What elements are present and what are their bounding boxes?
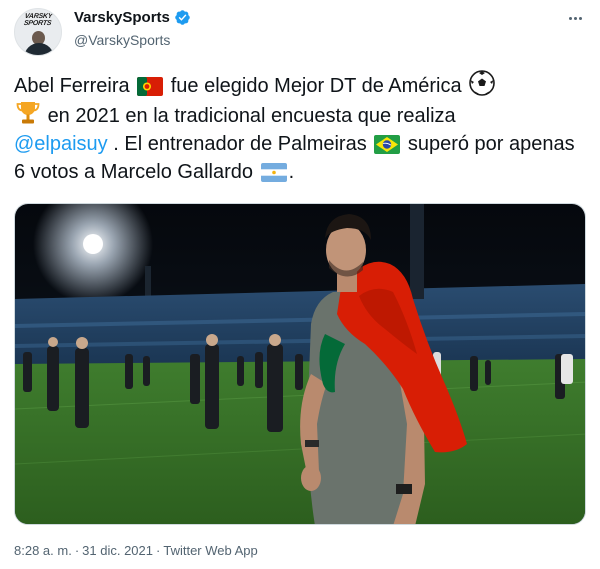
flag-argentina-icon bbox=[260, 163, 287, 182]
mention-link[interactable]: @elpaisuy bbox=[14, 133, 108, 155]
tweet-card[interactable]: VARSKY SPORTS VarskySports @VarskySports… bbox=[0, 0, 600, 569]
flag-brazil-icon bbox=[374, 135, 401, 154]
flag-portugal-icon bbox=[137, 77, 164, 96]
photo-stadium-scene bbox=[15, 204, 585, 524]
tweet-source[interactable]: Twitter Web App bbox=[163, 543, 257, 558]
trophy-icon bbox=[16, 102, 40, 124]
author-handle[interactable]: @VarskySports bbox=[74, 32, 170, 48]
tweet-time[interactable]: 8:28 a. m. bbox=[14, 543, 72, 558]
tweet-text-part: Abel Ferreira bbox=[14, 75, 130, 97]
avatar[interactable]: VARSKY SPORTS bbox=[14, 8, 62, 56]
tweet-meta: 8:28 a. m. · 31 dic. 2021 · Twitter Web App bbox=[14, 543, 258, 558]
verified-badge-icon bbox=[175, 10, 190, 25]
meta-separator: · bbox=[74, 543, 80, 558]
tweet-text-part: en 2021 en la tradicional encuesta que r… bbox=[47, 105, 456, 127]
tweet-text-part: . El entrenador de Palmeiras bbox=[113, 133, 367, 155]
avatar-logo-text: VARSKY SPORTS bbox=[23, 13, 53, 27]
tweet-text-part: . bbox=[288, 161, 295, 183]
author-name-row: VarskySports bbox=[74, 9, 191, 26]
tweet-photo[interactable] bbox=[14, 203, 586, 525]
avatar-shoulders bbox=[24, 43, 54, 55]
tweet-date[interactable]: 31 dic. 2021 bbox=[82, 543, 153, 558]
tweet-text-part: fue elegido Mejor DT de América bbox=[170, 75, 462, 97]
more-options-icon[interactable] bbox=[564, 8, 586, 28]
meta-separator: · bbox=[156, 543, 161, 558]
author-display-name[interactable]: VarskySports bbox=[74, 9, 170, 26]
soccer-ball-icon bbox=[469, 70, 495, 96]
tweet-text: Abel Ferreira fue elegido Mejor DT de Am… bbox=[14, 70, 586, 186]
